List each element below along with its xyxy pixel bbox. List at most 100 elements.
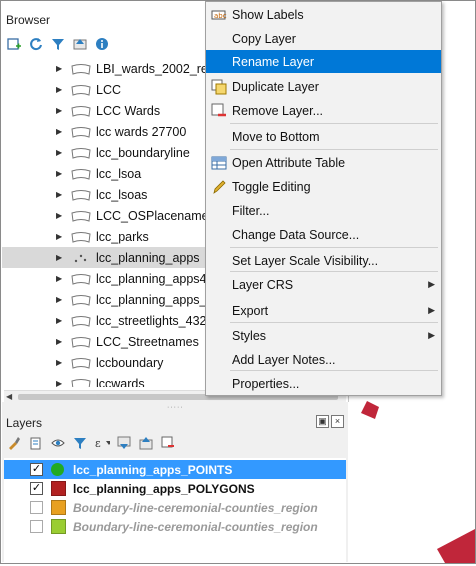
menu-separator xyxy=(230,271,438,272)
browser-item-label: LBI_wards_2002_reg xyxy=(96,61,215,76)
menu-item-rename-layer[interactable]: Rename Layer xyxy=(206,50,441,73)
expand-arrow-icon[interactable]: ▶ xyxy=(56,148,64,157)
expand-arrow-icon[interactable]: ▶ xyxy=(56,232,64,241)
expand-arrow-icon[interactable]: ▶ xyxy=(56,253,64,262)
layer-label: Boundary-line-ceremonial-counties_region xyxy=(73,500,318,515)
layer-visibility-checkbox[interactable]: ✓ xyxy=(30,482,43,495)
expression-filter-icon[interactable]: ε xyxy=(94,435,110,451)
map-polygon xyxy=(361,401,379,419)
polygon-layer-icon xyxy=(70,231,92,243)
menu-item-layer-crs[interactable]: Layer CRS ▶ xyxy=(206,273,441,296)
polygon-layer-icon xyxy=(70,189,92,201)
polygon-layer-icon xyxy=(70,168,92,180)
menu-item-styles[interactable]: Styles ▶ xyxy=(206,324,441,347)
browser-item-label: lcc_planning_apps_c xyxy=(96,292,213,307)
menu-item-label: Layer CRS xyxy=(232,277,294,292)
filter-icon[interactable] xyxy=(50,36,66,52)
float-panel-button[interactable]: ▣ xyxy=(316,415,329,428)
browser-toolbar xyxy=(6,35,110,53)
menu-item-change-data-source[interactable]: Change Data Source... xyxy=(206,223,441,246)
expand-arrow-icon[interactable]: ▶ xyxy=(56,337,64,346)
menu-item-label: Copy Layer xyxy=(232,31,296,46)
layer-visibility-checkbox[interactable] xyxy=(30,520,43,533)
attribute-table-icon xyxy=(211,155,227,171)
menu-item-remove-layer[interactable]: Remove Layer... xyxy=(206,99,441,122)
menu-item-label: Show Labels xyxy=(232,7,304,22)
eye-icon[interactable] xyxy=(50,435,66,451)
menu-item-label: Toggle Editing xyxy=(232,179,311,194)
layer-visibility-checkbox[interactable] xyxy=(30,501,43,514)
close-panel-button[interactable]: × xyxy=(331,415,344,428)
menu-item-set-layer-scale-visibility[interactable]: Set Layer Scale Visibility... xyxy=(206,249,441,272)
polygon-layer-icon xyxy=(70,126,92,138)
menu-item-properties[interactable]: Properties... xyxy=(206,372,441,395)
expand-arrow-icon[interactable]: ▶ xyxy=(56,295,64,304)
layer-tree: ✓ lcc_planning_apps_POINTS ✓ lcc_planning_a… xyxy=(4,458,346,562)
dock-buttons: ▣ × xyxy=(316,415,344,428)
pencil-icon xyxy=(211,179,227,195)
layer-tree-item[interactable]: ✓ lcc_planning_apps_POLYGONS xyxy=(4,479,346,498)
add-layer-icon[interactable] xyxy=(6,36,22,52)
browser-item-label: lcc_streetlights_4326 xyxy=(96,313,214,328)
menu-item-show-labels[interactable]: abc Show Labels xyxy=(206,3,441,26)
expand-arrow-icon[interactable]: ▶ xyxy=(56,274,64,283)
browser-item-label: lcc_boundaryline xyxy=(96,145,190,160)
browser-item-label: lccwards xyxy=(96,376,145,388)
info-icon[interactable] xyxy=(94,36,110,52)
polygon-symbol-icon xyxy=(51,481,66,496)
svg-text:abc: abc xyxy=(214,12,227,20)
menu-item-add-layer-notes[interactable]: Add Layer Notes... xyxy=(206,348,441,371)
menu-item-label: Properties... xyxy=(232,376,300,391)
expand-arrow-icon[interactable]: ▶ xyxy=(56,211,64,220)
filter-icon[interactable] xyxy=(72,435,88,451)
collapse-icon[interactable] xyxy=(138,435,154,451)
menu-item-duplicate-layer[interactable]: Duplicate Layer xyxy=(206,75,441,98)
menu-item-toggle-editing[interactable]: Toggle Editing xyxy=(206,175,441,198)
refresh-icon[interactable] xyxy=(28,36,44,52)
menu-item-move-to-bottom[interactable]: Move to Bottom xyxy=(206,125,441,148)
expand-arrow-icon[interactable]: ▶ xyxy=(56,316,64,325)
browser-panel-title: Browser xyxy=(6,13,51,27)
layer-tree-item[interactable]: Boundary-line-ceremonial-counties_region xyxy=(4,517,346,536)
expand-arrow-icon[interactable]: ▶ xyxy=(56,379,64,387)
expand-arrow-icon[interactable]: ▶ xyxy=(56,358,64,367)
expand-arrow-icon[interactable]: ▶ xyxy=(56,85,64,94)
remove-layer-icon[interactable] xyxy=(160,435,176,451)
browser-item-label: lcc_lsoas xyxy=(96,187,148,202)
map-polygon xyxy=(437,529,475,563)
layers-panel: Layers ▣ × ε ✓ lcc_planning_apps_POINTS … xyxy=(2,410,348,562)
menu-separator xyxy=(230,370,438,371)
menu-item-label: Remove Layer... xyxy=(232,103,324,118)
browser-item-label: lccboundary xyxy=(96,355,164,370)
menu-item-label: Change Data Source... xyxy=(232,227,360,242)
layer-context-menu: abc Show Labels Copy Layer Rename Layer Dupl… xyxy=(205,1,442,396)
submenu-arrow-icon: ▶ xyxy=(428,279,435,289)
menu-item-label: Rename Layer xyxy=(232,54,314,69)
expand-arrow-icon[interactable]: ▶ xyxy=(56,64,64,73)
expand-arrow-icon[interactable]: ▶ xyxy=(56,106,64,115)
layer-visibility-checkbox[interactable]: ✓ xyxy=(30,463,43,476)
panel-splitter[interactable]: ····· xyxy=(2,402,348,411)
polygon-symbol-icon xyxy=(51,500,66,515)
layer-tree-item[interactable]: ✓ lcc_planning_apps_POINTS xyxy=(4,460,346,479)
paint-icon[interactable] xyxy=(6,435,22,451)
menu-item-label: Export xyxy=(232,303,269,318)
collapse-icon[interactable] xyxy=(72,36,88,52)
polygon-layer-icon xyxy=(70,273,92,285)
submenu-arrow-icon: ▶ xyxy=(428,305,435,315)
menu-item-copy-layer[interactable]: Copy Layer xyxy=(206,27,441,50)
polygon-layer-icon xyxy=(70,105,92,117)
expand-icon[interactable] xyxy=(116,435,132,451)
menu-item-filter[interactable]: Filter... xyxy=(206,199,441,222)
expand-arrow-icon[interactable]: ▶ xyxy=(56,169,64,178)
style-manager-icon[interactable] xyxy=(28,435,44,451)
menu-item-label: Open Attribute Table xyxy=(232,155,346,170)
scroll-left-icon[interactable]: ◀ xyxy=(6,392,12,401)
point-layer-icon xyxy=(70,252,92,264)
polygon-layer-icon xyxy=(70,357,92,369)
expand-arrow-icon[interactable]: ▶ xyxy=(56,190,64,199)
menu-item-export[interactable]: Export ▶ xyxy=(206,299,441,322)
menu-item-open-attribute-table[interactable]: Open Attribute Table xyxy=(206,151,441,174)
expand-arrow-icon[interactable]: ▶ xyxy=(56,127,64,136)
layer-tree-item[interactable]: Boundary-line-ceremonial-counties_region xyxy=(4,498,346,517)
